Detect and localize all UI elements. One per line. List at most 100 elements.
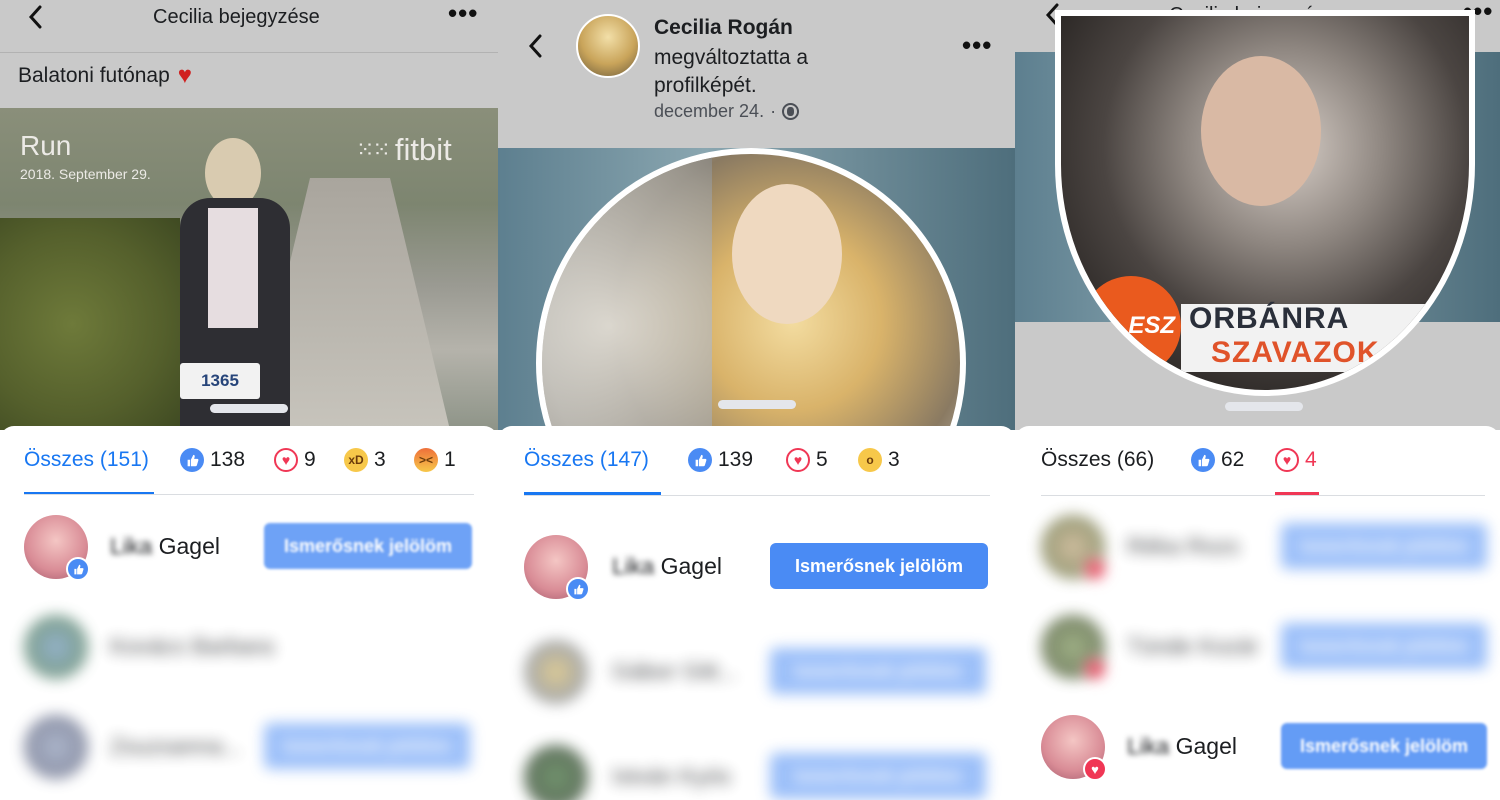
tabs-divider: [24, 494, 474, 495]
add-friend-button[interactable]: Ismerősnek jelölöm: [1281, 723, 1487, 769]
avatar[interactable]: [24, 615, 88, 679]
run-label: Run: [20, 130, 72, 161]
christmas-ornaments: [542, 154, 712, 430]
tab-love[interactable]: ♥ 5: [786, 448, 828, 472]
love-icon: ♥: [1083, 757, 1107, 781]
sheet-handle[interactable]: [718, 400, 796, 409]
fitbit-icon: ⁙⁙: [356, 137, 391, 162]
list-item[interactable]: Réka Rozs Ismerősnek jelölöm: [1015, 501, 1500, 591]
list-item[interactable]: Lika Gagel Ismerősnek jelölöm: [0, 501, 498, 591]
like-icon: [688, 448, 712, 472]
post-action: megváltoztatta a profilképét.: [654, 46, 809, 97]
list-item[interactable]: Zsuzsanna... Ismerősnek jelölöm: [0, 701, 498, 791]
tab-love[interactable]: ♥ 9: [274, 448, 316, 472]
frame-line-1: ORBÁNRA: [1189, 302, 1350, 335]
author-avatar[interactable]: [576, 14, 640, 78]
reactor-name[interactable]: Kovács Barbara: [110, 633, 274, 660]
post-photo[interactable]: 1365 Run 2018. September 29. ⁙⁙ fitbit: [0, 108, 498, 430]
sheet-handle[interactable]: [210, 404, 288, 413]
list-item[interactable]: Lika Gagel Ismerősnek jelölöm: [498, 521, 1015, 611]
more-options-button[interactable]: •••: [962, 32, 992, 58]
post-date: december 24.: [654, 101, 765, 121]
back-button[interactable]: [522, 33, 548, 59]
reaction-tabs: Összes (66) 62 ♥ 4: [1015, 426, 1500, 496]
tab-angry[interactable]: >< 1: [414, 448, 456, 472]
tab-all[interactable]: Összes (147): [524, 448, 649, 472]
wow-icon: o: [858, 448, 882, 472]
tab-like[interactable]: 62: [1191, 448, 1244, 472]
haha-icon: xD: [344, 448, 368, 472]
fidesz-logo: ESZ: [1081, 276, 1181, 376]
runner-figure: 1365: [150, 138, 350, 430]
love-icon: ♥: [786, 448, 810, 472]
reactor-name[interactable]: Réka Rozs: [1127, 533, 1239, 560]
profile-picture[interactable]: ESZ ORBÁNRA SZAVAZOK: [1055, 10, 1475, 396]
author-name[interactable]: Cecilia Rogán: [654, 16, 793, 40]
add-friend-button[interactable]: Ismerősnek jelölöm: [770, 648, 986, 694]
reactions-sheet: Összes (66) 62 ♥ 4 Réka Rozs Ismerősnek …: [1015, 426, 1500, 800]
reactor-name[interactable]: Tünde Kozár: [1127, 633, 1259, 660]
avatar[interactable]: [24, 715, 88, 779]
tab-like[interactable]: 138: [180, 448, 245, 472]
list-item[interactable]: Tünde Kozár Ismerősnek jelölöm: [1015, 601, 1500, 691]
face-shape: [1201, 56, 1321, 206]
like-icon: [1191, 448, 1215, 472]
love-icon: [1083, 657, 1107, 681]
header-title: Cecilia bejegyzése: [153, 6, 320, 28]
more-options-button[interactable]: •••: [448, 0, 478, 26]
like-icon: [566, 577, 590, 601]
tab-wow[interactable]: o 3: [858, 448, 900, 472]
post-text: Balatoni futónap ♥: [18, 62, 193, 89]
add-friend-button[interactable]: Ismerősnek jelölöm: [1281, 523, 1487, 569]
love-icon: [1083, 557, 1107, 581]
add-friend-button[interactable]: Ismerősnek jelölöm: [264, 723, 470, 769]
back-button[interactable]: [22, 4, 48, 30]
add-friend-button[interactable]: Ismerősnek jelölöm: [264, 523, 472, 569]
avatar[interactable]: [524, 640, 588, 704]
list-item[interactable]: István Kyós Ismerősnek jelölöm: [498, 731, 1015, 800]
add-friend-button[interactable]: Ismerősnek jelölöm: [770, 753, 986, 799]
love-icon: ♥: [274, 448, 298, 472]
panel-profile-frame: Cecilia bejegyzése ••• ESZ ORBÁNRA SZAVA…: [1015, 0, 1500, 800]
race-bib: 1365: [180, 363, 260, 399]
chevron-left-icon: [528, 34, 542, 58]
add-friend-button[interactable]: Ismerősnek jelölöm: [770, 543, 988, 589]
tab-all[interactable]: Összes (151): [24, 448, 149, 472]
tab-haha[interactable]: xD 3: [344, 448, 386, 472]
reactor-name[interactable]: Gábor Gitt...: [612, 658, 737, 685]
love-icon: ♥: [1275, 448, 1299, 472]
fitbit-logo: ⁙⁙ fitbit: [356, 132, 452, 167]
panel-post-run: Cecilia bejegyzése ••• Balatoni futónap …: [0, 0, 498, 800]
list-item[interactable]: Gábor Gitt... Ismerősnek jelölöm: [498, 626, 1015, 716]
reaction-tabs: Összes (147) 139 ♥ 5 o 3: [498, 426, 1015, 496]
like-icon: [180, 448, 204, 472]
reactor-name[interactable]: István Kyós: [612, 763, 731, 790]
reactor-name[interactable]: Lika Gagel: [1127, 733, 1237, 760]
tabs-divider: [1041, 495, 1485, 496]
list-item[interactable]: ♥ Lika Gagel Ismerősnek jelölöm: [1015, 701, 1500, 791]
add-friend-button[interactable]: Ismerősnek jelölöm: [1281, 623, 1487, 669]
reactor-name[interactable]: Zsuzsanna...: [110, 733, 242, 760]
dimmed-post-area: Cecilia bejegyzése ••• ESZ ORBÁNRA SZAVA…: [1015, 0, 1500, 430]
tab-love[interactable]: ♥ 4: [1275, 448, 1317, 472]
tabs-divider: [524, 495, 990, 496]
like-icon: [66, 557, 90, 581]
globe-icon: [782, 103, 800, 120]
sheet-handle[interactable]: [1225, 402, 1303, 411]
tab-all[interactable]: Összes (66): [1041, 448, 1154, 472]
dimmed-post-area: Cecilia bejegyzése ••• Balatoni futónap …: [0, 0, 498, 430]
reaction-tabs: Összes (151) 138 ♥ 9 xD 3 >< 1: [0, 426, 498, 496]
heart-icon: ♥: [177, 62, 193, 89]
run-date: 2018. September 29.: [20, 166, 151, 182]
header-divider: [0, 52, 498, 53]
reactor-name[interactable]: Lika Gagel: [612, 553, 722, 580]
chevron-left-icon: [28, 5, 42, 29]
frame-line-2: SZAVAZOK: [1211, 336, 1380, 369]
campaign-frame: ESZ ORBÁNRA SZAVAZOK: [1061, 266, 1469, 386]
panel-profile-change: Cecilia Rogán megváltoztatta a profilkép…: [498, 0, 1015, 800]
list-item[interactable]: Kovács Barbara: [0, 601, 498, 691]
avatar[interactable]: [524, 745, 588, 800]
reactor-name[interactable]: Lika Gagel: [110, 533, 220, 560]
dimmed-post-area: Cecilia Rogán megváltoztatta a profilkép…: [498, 0, 1015, 430]
tab-like[interactable]: 139: [688, 448, 753, 472]
